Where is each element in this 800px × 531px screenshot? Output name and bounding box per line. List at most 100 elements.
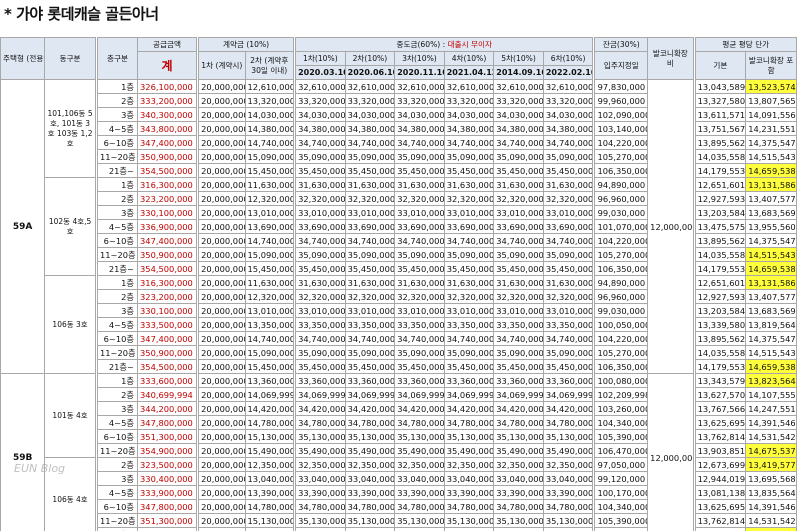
avg-base-cell: 13,903,851	[694, 527, 747, 531]
supply-cell: 316,300,000	[137, 275, 198, 290]
mid-cell: 33,360,000	[542, 373, 594, 388]
avg-balcony-cell: 14,091,556	[745, 107, 797, 122]
balance-cell: 97,050,000	[594, 457, 649, 472]
supply-cell: 323,500,000	[137, 457, 198, 472]
mid-cell: 34,740,000	[344, 331, 396, 346]
mid-cell: 33,350,000	[344, 317, 396, 332]
avg-balcony-cell: 14,659,538	[745, 359, 797, 374]
mid-cell: 35,090,000	[493, 345, 544, 360]
page-title: * 가야 롯데캐슬 골든아너	[4, 5, 159, 23]
mid-cell: 32,350,000	[443, 457, 495, 472]
balance-cell: 105,270,000	[594, 345, 649, 360]
deposit1-cell: 20,000,000	[198, 93, 246, 108]
mid-cell: 31,630,000	[542, 177, 594, 192]
floor-cell: 2층	[96, 457, 139, 472]
avg-base-cell: 14,179,553	[694, 261, 747, 276]
deposit2-cell: 12,320,000	[244, 191, 295, 206]
mid-cell: 34,030,000	[542, 107, 594, 122]
mid-cell: 33,320,000	[394, 93, 445, 108]
deposit1-cell: 20,000,000	[198, 191, 246, 206]
floor-cell: 6~10층	[96, 499, 139, 514]
deposit2-cell: 15,090,000	[244, 149, 295, 164]
mid-cell: 31,630,000	[394, 177, 445, 192]
mid-cell: 35,490,000	[542, 443, 594, 458]
balance-cell: 97,830,000	[594, 79, 649, 94]
deposit1-cell: 20,000,000	[198, 149, 246, 164]
floor-cell: 4~5층	[96, 317, 139, 332]
mid-cell: 33,390,000	[295, 485, 346, 500]
deposit2-cell: 11,630,000	[244, 275, 295, 290]
avg-base-cell: 12,673,699	[694, 457, 747, 472]
balance-cell: 94,890,000	[594, 275, 649, 290]
deposit2-cell: 15,450,000	[244, 359, 295, 374]
mid-cell: 33,320,000	[542, 93, 594, 108]
mid-cell: 35,490,000	[344, 443, 396, 458]
supply-cell: 354,900,000	[137, 443, 198, 458]
deposit2-cell: 15,490,000	[244, 527, 295, 531]
mid-cell: 33,010,000	[443, 303, 495, 318]
mid-cell: 35,090,000	[443, 345, 495, 360]
supply-cell: 354,500,000	[137, 359, 198, 374]
deposit2-cell: 14,069,999	[244, 387, 295, 402]
mid-cell: 35,490,000	[493, 443, 544, 458]
floor-cell: 3층	[96, 471, 139, 486]
avg-base-cell: 13,767,566	[694, 401, 747, 416]
mid-cell: 32,610,000	[542, 79, 594, 94]
floor-cell: 1층	[96, 79, 139, 94]
table-row: 59B 101동 4호 1층 333,600,000 20,000,000 13,360,…	[0, 373, 797, 531]
avg-base-cell: 13,627,570	[694, 387, 747, 402]
avg-base-cell: 12,651,601	[694, 177, 747, 192]
avg-balcony-cell: 13,131,586	[745, 177, 797, 192]
mid-cell: 35,490,000	[443, 527, 495, 531]
deposit2-cell: 13,040,000	[244, 471, 295, 486]
mid-cell: 34,740,000	[394, 233, 445, 248]
mid-cell: 35,490,000	[394, 527, 445, 531]
floor-cell: 6~10층	[96, 331, 139, 346]
mid-cell: 33,010,000	[542, 205, 594, 220]
deposit1-cell: 20,000,000	[198, 429, 246, 444]
supply-cell: 351,300,000	[137, 513, 198, 528]
mid-cell: 33,010,000	[493, 303, 544, 318]
mid-cell: 35,490,000	[344, 527, 396, 531]
mid-cell: 31,630,000	[493, 275, 544, 290]
balance-cell: 106,470,000	[594, 443, 649, 458]
mid-cell: 32,320,000	[542, 289, 594, 304]
mid-cell: 35,130,000	[493, 513, 544, 528]
mid-cell: 35,130,000	[493, 429, 544, 444]
price-table: 주택형 (전용면적 +TYPE) 동구분 층구분 공급금액 계약금 (10%) …	[0, 37, 798, 531]
header-date-2: 2020.06.10	[344, 65, 396, 80]
floor-cell: 3층	[96, 401, 139, 416]
supply-cell: 333,500,000	[137, 317, 198, 332]
mid-cell: 33,390,000	[493, 485, 544, 500]
supply-cell: 354,900,000	[137, 527, 198, 531]
avg-base-cell: 13,762,814	[694, 429, 747, 444]
avg-balcony-cell: 14,515,543	[745, 247, 797, 262]
mid-cell: 33,010,000	[295, 205, 346, 220]
deposit1-cell: 20,000,000	[198, 177, 246, 192]
avg-balcony-cell: 14,659,538	[745, 163, 797, 178]
deposit2-cell: 14,420,000	[244, 401, 295, 416]
mid-cell: 33,350,000	[493, 317, 544, 332]
deposit1-cell: 20,000,000	[198, 401, 246, 416]
balance-cell: 102,209,998	[594, 387, 649, 402]
header-type: 주택형 (전용면적 +TYPE)	[0, 37, 46, 80]
mid-cell: 34,780,000	[493, 415, 544, 430]
balance-cell: 105,270,000	[594, 247, 649, 262]
avg-base-cell: 13,043,589	[694, 79, 747, 94]
mid-cell: 34,780,000	[443, 499, 495, 514]
deposit1-cell: 20,000,000	[198, 219, 246, 234]
mid-cell: 33,690,000	[344, 219, 396, 234]
balance-cell: 104,220,000	[594, 233, 649, 248]
header-mid-1: 1차(10%)	[295, 51, 346, 66]
mid-cell: 35,450,000	[394, 163, 445, 178]
type-label: 59A	[0, 79, 46, 374]
floor-cell: 3층	[96, 205, 139, 220]
header-date-3: 2020.11.10	[394, 65, 445, 80]
mid-cell: 35,490,000	[493, 527, 544, 531]
avg-balcony-cell: 14,391,546	[745, 415, 797, 430]
avg-balcony-cell: 14,231,551	[745, 121, 797, 136]
deposit1-cell: 20,000,000	[198, 289, 246, 304]
mid-cell: 35,130,000	[344, 513, 396, 528]
floor-cell: 21층~	[96, 163, 139, 178]
mid-cell: 33,360,000	[344, 373, 396, 388]
